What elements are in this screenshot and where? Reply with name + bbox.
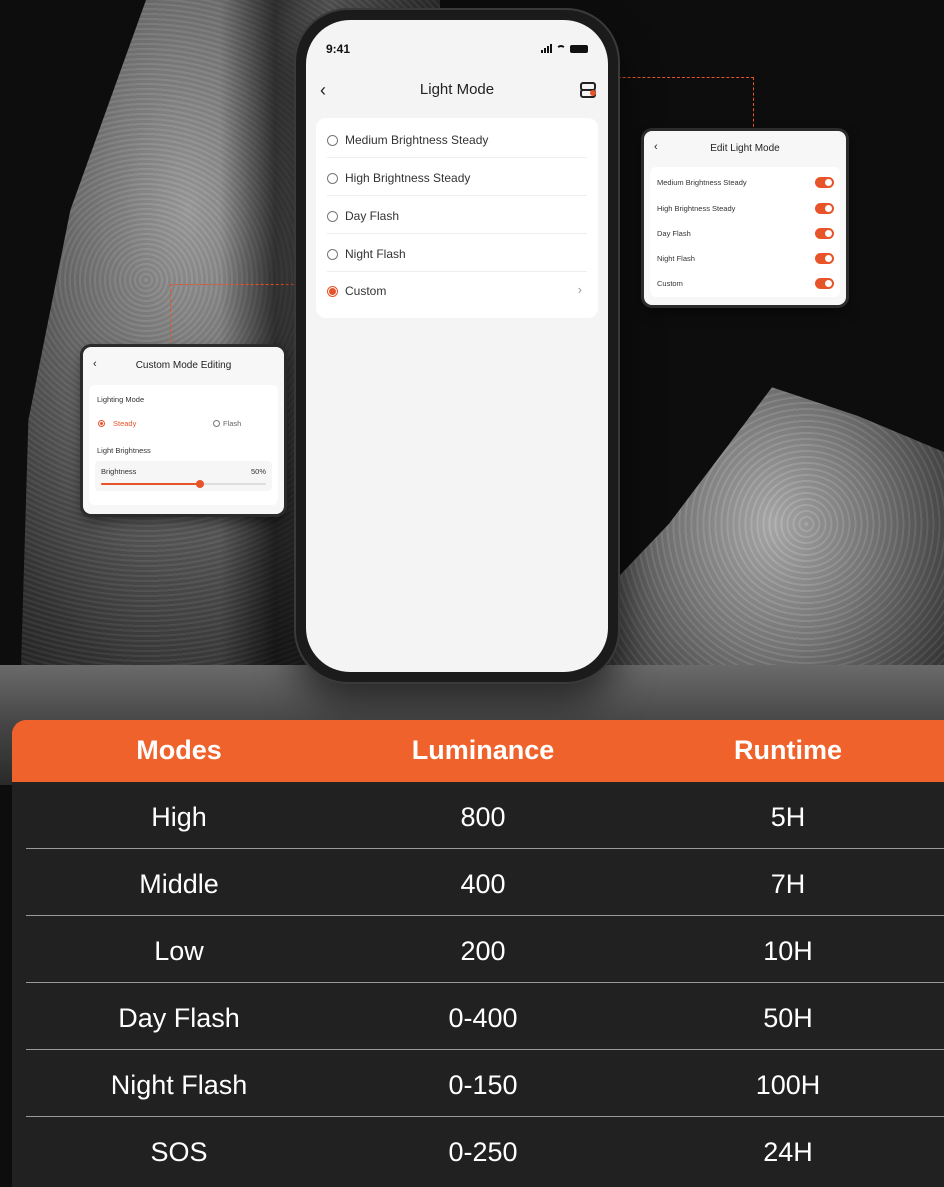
edit-row: Medium Brightness Steady	[650, 170, 840, 195]
cell-mode: Day Flash	[118, 1003, 240, 1033]
status-bar: 9:41	[306, 20, 608, 60]
radio-icon[interactable]	[327, 134, 338, 146]
table-row: Low 200 10H	[12, 916, 944, 983]
edit-light-mode-card: ‹ Edit Light Mode Medium Brightness Stea…	[644, 131, 846, 305]
mode-label: Night Flash	[345, 247, 406, 261]
cell-mode: Night Flash	[110, 1070, 248, 1100]
chevron-right-icon[interactable]: ›	[578, 282, 582, 297]
cell-runtime: 100H	[755, 1070, 821, 1100]
table-row: SOS 0-250 24H	[12, 1117, 944, 1184]
battery-icon	[570, 44, 588, 53]
radio-icon[interactable]	[327, 248, 338, 260]
mode-label: High Brightness Steady	[345, 171, 471, 185]
cell-mode: Middle	[139, 869, 219, 899]
edit-row-label: Medium Brightness Steady	[657, 178, 747, 187]
mode-option-high-steady[interactable]: High Brightness Steady	[316, 160, 598, 196]
cell-luminance: 200	[460, 936, 506, 966]
edit-row: Day Flash	[650, 221, 840, 246]
edit-list-icon[interactable]	[580, 82, 596, 98]
option-flash[interactable]: Flash	[213, 419, 241, 428]
cell-runtime: 5H	[770, 802, 806, 832]
table-row: Middle 400 7H	[12, 849, 944, 916]
edit-row: Night Flash	[650, 246, 840, 271]
phone-mockup: 9:41 ‹ Light Mode Medium Brightness Stea…	[296, 10, 618, 682]
light-brightness-label: Light Brightness	[97, 446, 151, 455]
radio-icon[interactable]	[327, 210, 338, 222]
cell-mode: Low	[154, 936, 204, 966]
option-steady-label: Steady	[113, 419, 137, 428]
brightness-box: Brightness 50%	[95, 461, 272, 491]
radio-icon[interactable]	[213, 420, 220, 427]
cell-luminance: 0-150	[448, 1070, 518, 1100]
edit-row-label: Night Flash	[657, 254, 695, 263]
table-body: High 800 5H Middle 400 7H Low 200 10H Da…	[12, 782, 944, 1187]
option-flash-label: Flash	[223, 419, 242, 428]
nav-bar: ‹ Light Mode	[306, 70, 608, 110]
status-icons	[541, 44, 588, 53]
table-row: Night Flash 0-150 100H	[12, 1050, 944, 1117]
mode-option-custom[interactable]: Custom ›	[316, 273, 598, 309]
brightness-slider[interactable]	[101, 480, 266, 488]
page-title: Light Mode	[419, 81, 495, 98]
edit-row-label: Day Flash	[657, 229, 691, 238]
custom-settings: Lighting Mode Steady Flash Light Brightn…	[89, 385, 278, 505]
modes-table: Modes Luminance Runtime High 800 5H Midd…	[12, 720, 944, 1187]
radio-selected-icon[interactable]	[327, 285, 338, 297]
option-steady[interactable]: Steady	[98, 419, 136, 428]
edit-row-label: High Brightness Steady	[657, 204, 736, 213]
radio-icon[interactable]	[327, 172, 338, 184]
connector-edit	[598, 77, 754, 132]
edit-card-title: Edit Light Mode	[710, 143, 780, 154]
mode-label: Custom	[345, 284, 387, 298]
edit-row: Custom	[650, 271, 840, 296]
table-header: Modes Luminance Runtime	[12, 720, 944, 782]
toggle-switch[interactable]	[815, 228, 834, 239]
mode-list: Medium Brightness Steady High Brightness…	[316, 118, 598, 318]
toggle-switch[interactable]	[815, 253, 834, 264]
cell-luminance: 800	[460, 802, 506, 832]
cell-mode: High	[151, 802, 207, 832]
brightness-value: 50%	[250, 467, 266, 476]
cell-luminance: 400	[460, 869, 506, 899]
lighting-mode-label: Lighting Mode	[97, 395, 145, 404]
mode-label: Day Flash	[345, 209, 400, 223]
brightness-slider-knob[interactable]	[196, 480, 204, 488]
cell-mode: SOS	[150, 1137, 208, 1167]
table-row: Day Flash 0-400 50H	[12, 983, 944, 1050]
cell-runtime: 10H	[763, 936, 813, 966]
toggle-switch[interactable]	[815, 177, 834, 188]
mode-label: Medium Brightness Steady	[345, 133, 489, 147]
edit-mode-list: Medium Brightness Steady High Brightness…	[650, 167, 840, 297]
edit-row-label: Custom	[657, 279, 683, 288]
toggle-switch[interactable]	[815, 278, 834, 289]
header-runtime: Runtime	[734, 735, 842, 765]
cell-runtime: 50H	[763, 1003, 813, 1033]
custom-mode-editing-card: ‹ Custom Mode Editing Lighting Mode Stea…	[83, 347, 284, 514]
brightness-slider-fill	[101, 483, 200, 485]
brightness-label: Brightness	[101, 467, 137, 476]
header-modes: Modes	[136, 735, 222, 765]
radio-selected-icon[interactable]	[98, 420, 105, 427]
status-time: 9:41	[326, 42, 351, 56]
custom-card-title: Custom Mode Editing	[135, 360, 232, 371]
cell-runtime: 7H	[770, 869, 806, 899]
signal-icon	[541, 44, 552, 53]
cell-runtime: 24H	[763, 1137, 813, 1167]
phone-screen: 9:41 ‹ Light Mode Medium Brightness Stea…	[306, 20, 608, 672]
edit-row: High Brightness Steady	[650, 196, 840, 221]
toggle-switch[interactable]	[815, 203, 834, 214]
table-row: High 800 5H	[12, 782, 944, 849]
mode-option-day-flash[interactable]: Day Flash	[316, 198, 598, 234]
mode-option-medium-steady[interactable]: Medium Brightness Steady	[316, 122, 598, 158]
wifi-icon	[556, 44, 566, 53]
mode-option-night-flash[interactable]: Night Flash	[316, 236, 598, 272]
cell-luminance: 0-250	[448, 1137, 518, 1167]
header-luminance: Luminance	[411, 735, 555, 765]
cell-luminance: 0-400	[448, 1003, 518, 1033]
